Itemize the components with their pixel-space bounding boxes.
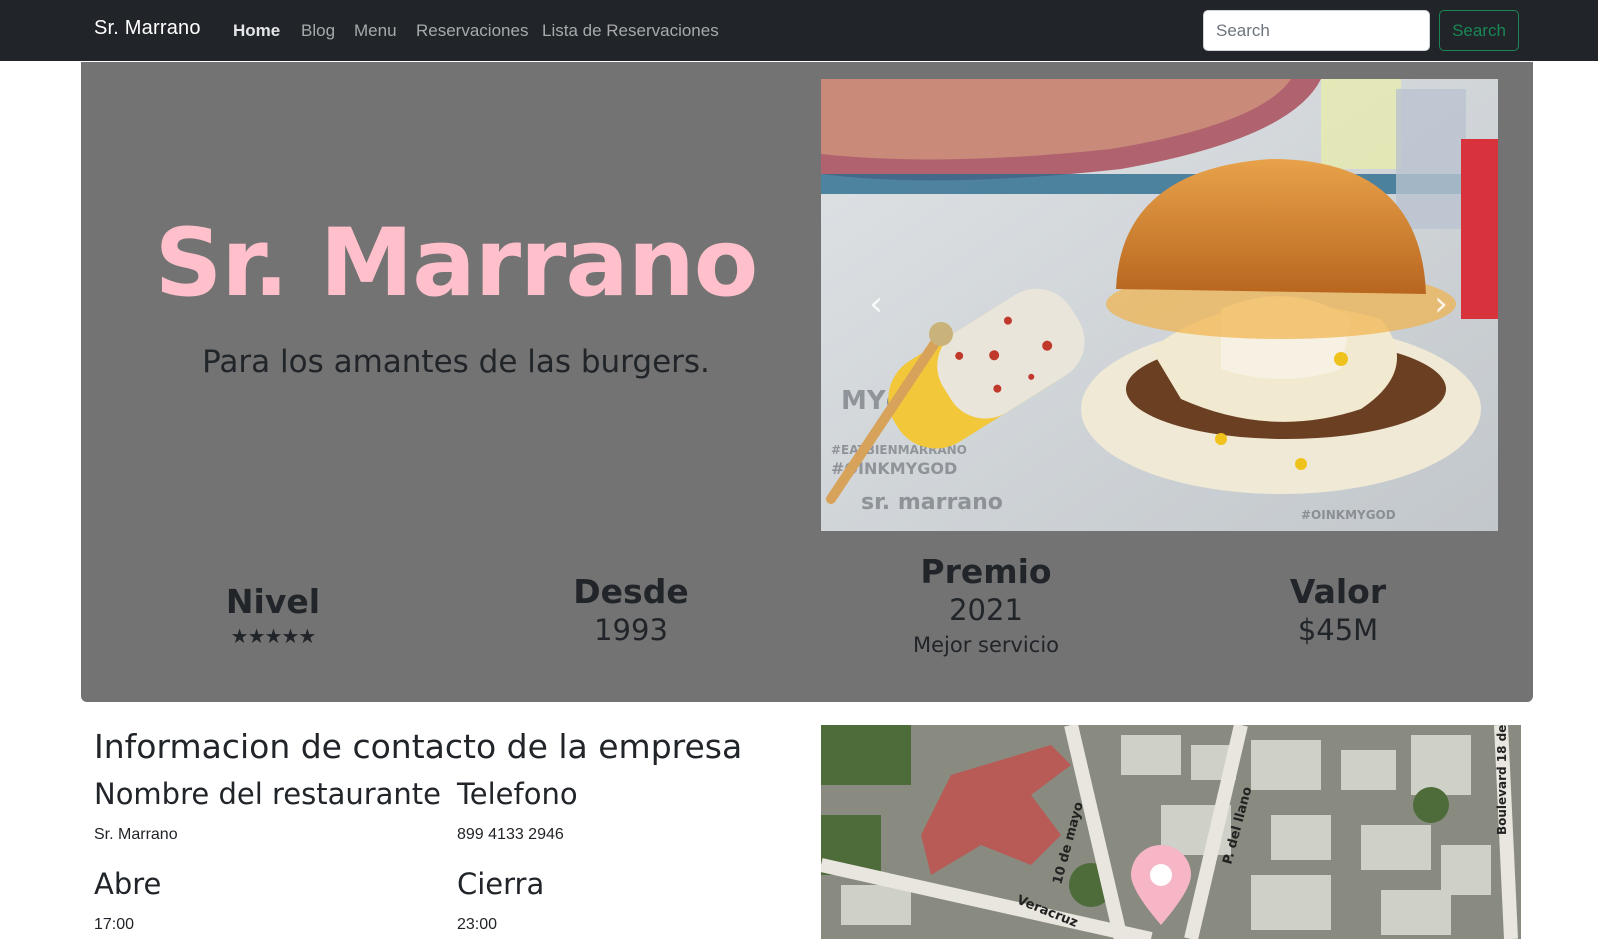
- stat-premio: Premio 2021 Mejor servicio: [836, 552, 1136, 663]
- stat-desde-label: Desde: [573, 572, 689, 611]
- svg-text:#OINKMYGOD: #OINKMYGOD: [1301, 508, 1396, 522]
- satellite-map-image: 10 de mayo P. del llano Veracruz Bouleva…: [821, 725, 1521, 939]
- hero-subtitle: Para los amantes de las burgers.: [202, 344, 710, 380]
- field-restaurant-name: Nombre del restaurante Sr. Marrano: [94, 777, 441, 844]
- navbar-brand[interactable]: Sr. Marrano: [94, 17, 201, 40]
- phone-label: Telefono: [457, 777, 578, 811]
- image-carousel[interactable]: #EATBIENMARRANO #OINKMYGOD sr. marrano #…: [821, 79, 1498, 531]
- hero-title: Sr. Marrano: [154, 209, 759, 318]
- svg-text:sr. marrano: sr. marrano: [861, 490, 1003, 515]
- nav-link-lista-reservaciones[interactable]: Lista de Reservaciones: [542, 21, 719, 41]
- carousel-next-icon[interactable]: ›: [1426, 284, 1456, 324]
- restaurant-name-label: Nombre del restaurante: [94, 777, 442, 811]
- field-phone: Telefono 899 4133 2946: [457, 777, 578, 844]
- nav-link-reservaciones[interactable]: Reservaciones: [416, 21, 528, 41]
- nav-link-home[interactable]: Home: [233, 21, 280, 41]
- field-open-time: Abre 17:00: [94, 867, 161, 934]
- stat-valor: Valor $45M: [1188, 572, 1488, 649]
- open-time-label: Abre: [94, 867, 162, 901]
- close-time-label: Cierra: [457, 867, 545, 901]
- phone-value: 899 4133 2946: [457, 825, 564, 843]
- stat-desde: Desde 1993: [481, 572, 781, 649]
- rating-stars-icon: ★★★★★: [230, 623, 317, 648]
- stat-premio-label: Premio: [920, 552, 1052, 591]
- stat-valor-label: Valor: [1289, 572, 1387, 611]
- open-time-value: 17:00: [94, 915, 135, 933]
- stat-nivel-label: Nivel: [225, 582, 321, 621]
- location-map[interactable]: 10 de mayo P. del llano Veracruz Bouleva…: [821, 725, 1521, 939]
- stat-desde-value: 1993: [594, 612, 668, 647]
- field-close-time: Cierra 23:00: [457, 867, 544, 934]
- close-time-value: 23:00: [457, 915, 498, 933]
- map-street-label: Boulevard 18 de: [1495, 725, 1509, 835]
- nav-link-menu[interactable]: Menu: [354, 21, 397, 41]
- restaurant-name-value: Sr. Marrano: [94, 825, 178, 843]
- nav-link-blog[interactable]: Blog: [301, 21, 335, 41]
- carousel-prev-icon[interactable]: ‹: [861, 284, 891, 324]
- contact-section-title: Informacion de contacto de la empresa: [94, 727, 743, 766]
- stat-premio-note: Mejor servicio: [912, 633, 1059, 658]
- stat-premio-value: 2021: [949, 592, 1023, 627]
- hero-section: Sr. Marrano Para los amantes de las burg…: [81, 62, 1533, 702]
- search-button[interactable]: Search: [1439, 10, 1519, 51]
- stat-nivel: Nivel ★★★★★: [123, 582, 423, 650]
- burger-photo: #EATBIENMARRANO #OINKMYGOD sr. marrano #…: [821, 79, 1498, 531]
- search-input[interactable]: Search: [1203, 10, 1430, 51]
- stat-valor-value: $45M: [1297, 612, 1379, 647]
- navbar: Sr. Marrano Home Blog Menu Reservaciones…: [0, 0, 1598, 61]
